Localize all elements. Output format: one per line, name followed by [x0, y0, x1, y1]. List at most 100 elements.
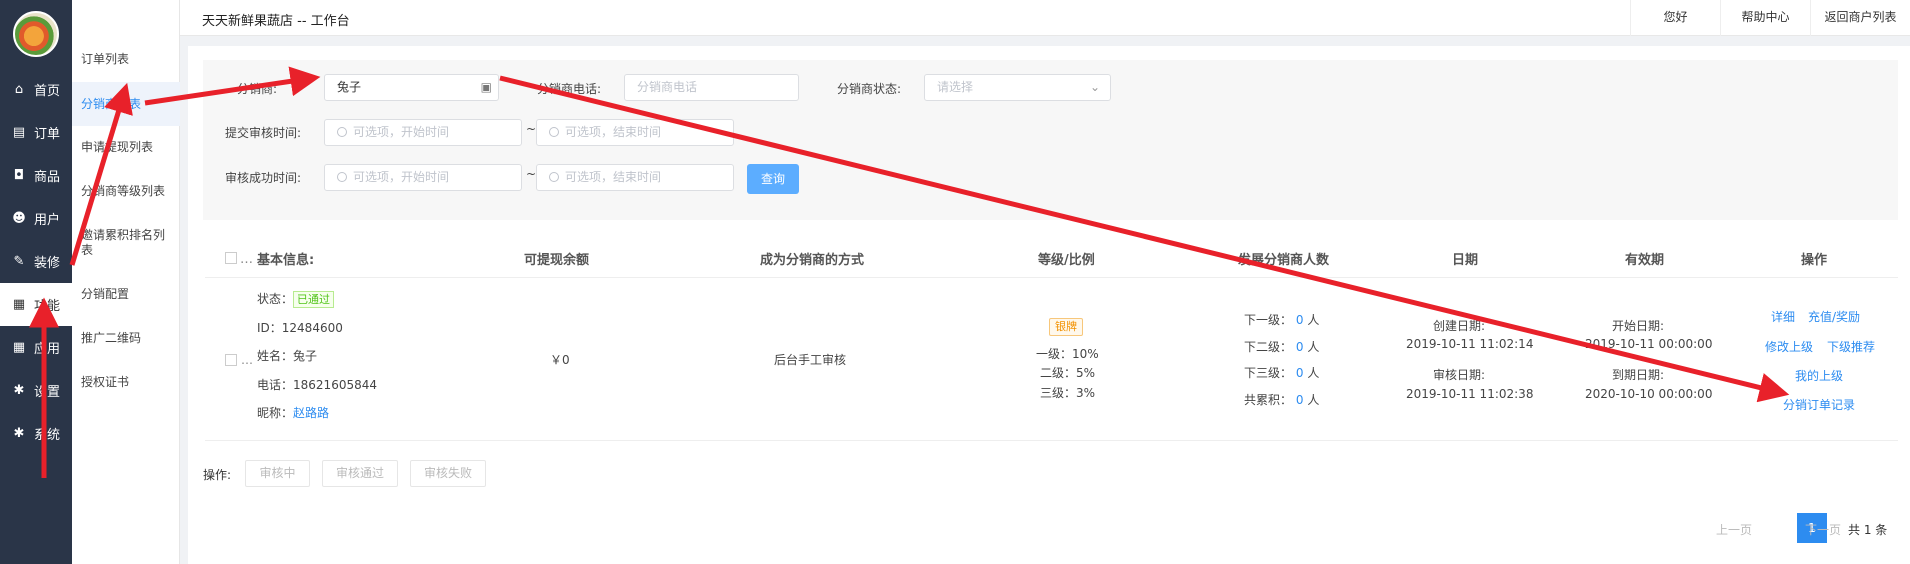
sub1-label: 下一级：: [1244, 313, 1293, 327]
row-checkbox[interactable]: [225, 354, 237, 366]
subnav-item-withdraw[interactable]: 申请提现列表: [72, 140, 180, 155]
subnav-item-invite-rank[interactable]: 邀请累积排名列表: [72, 228, 180, 258]
sidebar-item-apps[interactable]: ▦ 应用: [0, 326, 72, 369]
balance-value: ￥0: [550, 353, 570, 367]
range-separator: ~: [526, 122, 537, 136]
subtotal-value[interactable]: 0: [1296, 393, 1304, 407]
sidebar-item-system[interactable]: ✱ 系统: [0, 412, 72, 455]
sidebar-item-decor[interactable]: ✎ 装修: [0, 240, 72, 283]
op-my-parent-link[interactable]: 我的上级: [1795, 367, 1843, 384]
sidebar-item-goods[interactable]: ◘ 商品: [0, 154, 72, 197]
success-end-input[interactable]: 可选项，结束时间: [536, 164, 734, 191]
gear-icon: ✱: [13, 425, 25, 441]
success-start-input[interactable]: 可选项，开始时间: [324, 164, 522, 191]
sidebar-item-home[interactable]: ⌂ 首页: [0, 68, 72, 111]
status-badge: 已通过: [293, 291, 335, 308]
user-icon: ☻: [12, 210, 26, 226]
sub-navigation: 订单列表 分销商列表 申请提现列表 分销商等级列表 邀请累积排名列表 分销配置 …: [72, 0, 180, 564]
subnav-item-certificate[interactable]: 授权证书: [72, 375, 180, 390]
sub3-count: 下三级： 0 人: [1244, 364, 1319, 381]
distributor-phone-input[interactable]: 分销商电话: [624, 74, 799, 101]
sub3-label: 下三级：: [1244, 366, 1293, 380]
bulk-pending-button[interactable]: 审核中: [245, 460, 310, 487]
help-center-link[interactable]: 帮助中心: [1720, 0, 1810, 36]
placeholder-text: 可选项，结束时间: [565, 125, 662, 139]
divider: [205, 277, 1898, 278]
bulk-ops-label: 操作:: [203, 468, 232, 482]
select-all-checkbox[interactable]: [225, 252, 237, 264]
bulk-approve-button[interactable]: 审核通过: [322, 460, 398, 487]
start-date-value: 2019-10-11 00:00:00: [1585, 337, 1713, 351]
sidebar-item-settings[interactable]: ✱ 设置: [0, 369, 72, 412]
row-status: 状态： 已通过: [257, 290, 335, 308]
total-count: 共 1 条: [1848, 523, 1888, 537]
main-sidebar: ⌂ 首页 ▤ 订单 ◘ 商品 ☻ 用户 ✎ 装修 ▦ 功能 ▦ 应用 ✱ 设置 ✱ 系统: [0, 0, 72, 564]
sub2-value[interactable]: 0: [1296, 340, 1304, 354]
sidebar-item-label: 功能: [34, 299, 61, 314]
col-method: 成为分销商的方式: [760, 253, 865, 268]
distributor-phone-label: 分销商电话:: [537, 82, 602, 96]
sub1-count: 下一级： 0 人: [1244, 311, 1319, 328]
distributor-name-label: 分销商:: [237, 82, 278, 96]
row-phone: 电话：18621605844: [257, 376, 377, 393]
store-logo[interactable]: [13, 11, 59, 57]
op-sub-recommend-link[interactable]: 下级推荐: [1827, 338, 1875, 355]
distributor-status-label: 分销商状态:: [837, 82, 902, 96]
row-name: 姓名：兔子: [257, 347, 317, 364]
back-to-merchants-link[interactable]: 返回商户列表: [1810, 0, 1910, 36]
distributor-status-select[interactable]: 请选择 ⌄: [924, 74, 1111, 101]
id-value: 12484600: [281, 321, 343, 335]
col-date: 日期: [1452, 253, 1479, 268]
unit: 人: [1307, 366, 1320, 380]
sub1-value[interactable]: 0: [1296, 313, 1304, 327]
subnav-item-qrcode[interactable]: 推广二维码: [72, 331, 180, 346]
name-value: 兔子: [293, 349, 318, 363]
grid-icon: ▦: [12, 296, 26, 312]
subnav-item-config[interactable]: 分销配置: [72, 287, 180, 302]
nickname-label: 昵称：: [257, 406, 294, 420]
level2-ratio: 二级：5%: [1040, 366, 1096, 380]
subnav-item-orders[interactable]: 订单列表: [72, 52, 180, 67]
created-date-label: 创建日期:: [1433, 319, 1486, 333]
prev-page[interactable]: 上一页: [1716, 521, 1752, 538]
col-level: 等级/比例: [1038, 253, 1095, 268]
sidebar-item-label: 应用: [34, 342, 61, 357]
op-distribution-orders-link[interactable]: 分销订单记录: [1783, 396, 1855, 413]
op-recharge-link[interactable]: 充值/奖励: [1808, 308, 1860, 325]
submit-end-input[interactable]: 可选项，结束时间: [536, 119, 734, 146]
unit: 人: [1307, 313, 1320, 327]
col-validity: 有效期: [1625, 253, 1665, 268]
query-button[interactable]: 查询: [747, 164, 799, 194]
op-detail-link[interactable]: 详细: [1771, 308, 1795, 325]
phone-value: 18621605844: [293, 378, 377, 392]
op-modify-parent-link[interactable]: 修改上级: [1765, 338, 1813, 355]
placeholder-text: 可选项，开始时间: [353, 170, 450, 184]
clear-icon[interactable]: ▣: [481, 75, 492, 100]
subnav-item-levels[interactable]: 分销商等级列表: [72, 184, 180, 199]
nickname-link[interactable]: 赵路路: [293, 406, 329, 420]
next-page-link[interactable]: 下一页: [1805, 521, 1841, 538]
sidebar-item-features[interactable]: ▦ 功能: [0, 283, 72, 326]
bulk-reject-button[interactable]: 审核失败: [410, 460, 486, 487]
sidebar-item-users[interactable]: ☻ 用户: [0, 197, 72, 240]
clock-icon: [549, 127, 559, 137]
col-subordinates: 发展分销商人数: [1238, 253, 1330, 268]
sidebar-item-orders[interactable]: ▤ 订单: [0, 111, 72, 154]
submit-start-input[interactable]: 可选项，开始时间: [324, 119, 522, 146]
sidebar-item-label: 订单: [34, 127, 61, 142]
name-label: 姓名：: [257, 349, 294, 363]
hello-link[interactable]: 您好: [1630, 0, 1720, 36]
divider: [205, 440, 1898, 441]
success-time-label: 审核成功时间:: [225, 171, 302, 185]
col-balance: 可提现余额: [524, 253, 590, 268]
distributor-name-input[interactable]: 兔子 ▣: [324, 74, 499, 101]
top-bar: 天天新鲜果蔬店 -- 工作台 您好 帮助中心 返回商户列表: [180, 0, 1910, 36]
sidebar-item-label: 装修: [34, 256, 61, 271]
subnav-item-distributors[interactable]: 分销商列表: [72, 82, 180, 126]
checkbox-ellipsis: …: [240, 252, 253, 267]
distributor-name-value: 兔子: [337, 80, 362, 94]
audit-date-label: 审核日期:: [1433, 368, 1486, 382]
sub3-value[interactable]: 0: [1296, 366, 1304, 380]
sidebar-item-label: 首页: [34, 84, 61, 99]
sidebar-item-label: 设置: [34, 385, 61, 400]
